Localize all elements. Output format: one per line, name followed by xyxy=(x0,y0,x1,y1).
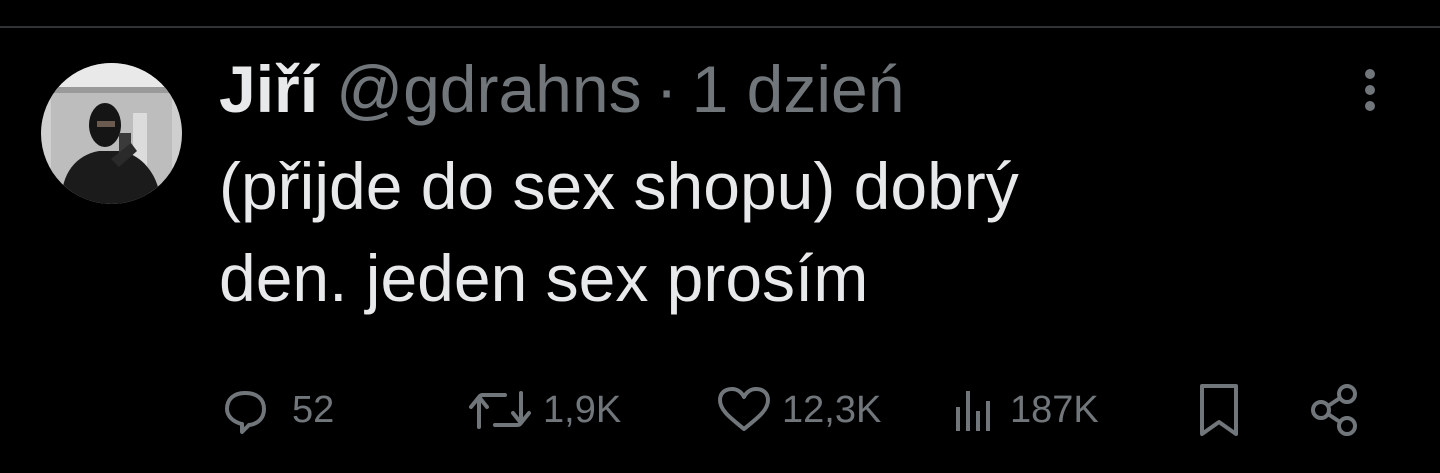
retweet-count: 1,9K xyxy=(543,388,622,431)
like-count: 12,3K xyxy=(782,388,882,431)
more-button[interactable] xyxy=(1340,66,1400,116)
heart-icon xyxy=(718,387,770,431)
reply-count: 52 xyxy=(292,388,335,431)
top-divider xyxy=(0,26,1440,28)
retweet-button[interactable]: 1,9K xyxy=(465,380,621,440)
avatar[interactable] xyxy=(41,63,182,204)
reply-button[interactable]: 52 xyxy=(222,380,334,440)
reply-icon xyxy=(225,391,266,434)
share-icon xyxy=(1311,384,1357,436)
more-icon xyxy=(1365,69,1375,111)
like-button[interactable]: 12,3K xyxy=(714,380,881,440)
avatar-photo xyxy=(41,63,182,204)
author-handle[interactable]: @gdrahns xyxy=(336,44,642,134)
timestamp[interactable]: 1 dzień xyxy=(692,44,905,134)
tweet-text: (přijde do sex shopu) dobrý den. jeden s… xyxy=(219,149,1019,315)
views-button[interactable]: 187K xyxy=(950,380,1099,440)
tweet-header: Jiří @gdrahns · 1 dzień xyxy=(219,44,904,134)
views-icon xyxy=(956,391,990,431)
header-separator: · xyxy=(655,52,678,126)
bookmark-button[interactable] xyxy=(1192,380,1246,440)
views-count: 187K xyxy=(1010,388,1099,431)
share-button[interactable] xyxy=(1305,380,1365,440)
author-name[interactable]: Jiří xyxy=(219,44,318,134)
action-bar: 52 1,9K 12,3K 187K xyxy=(0,380,1440,440)
bookmark-icon xyxy=(1200,384,1238,436)
retweet-icon xyxy=(469,391,531,429)
